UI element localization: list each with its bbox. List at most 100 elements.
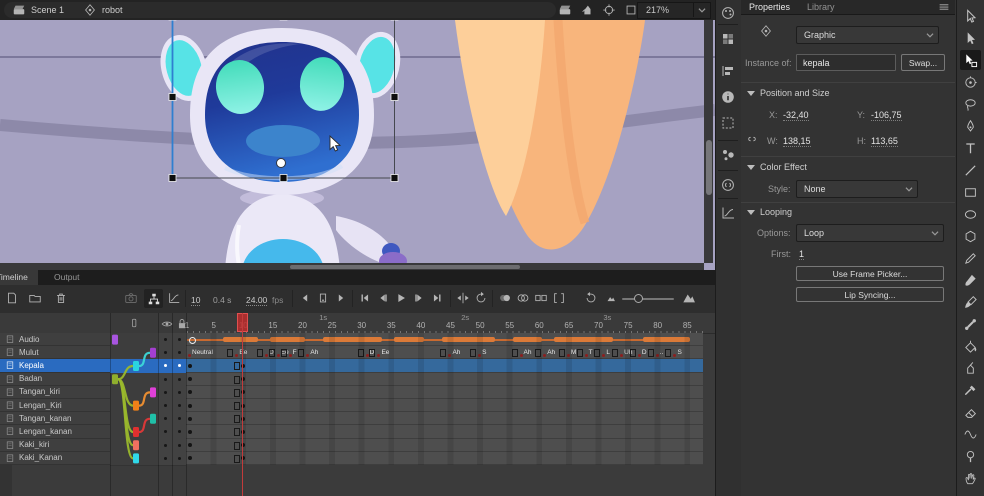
layer-lock-toggle[interactable] [172, 439, 186, 453]
breadcrumb-scene[interactable]: Scene 1 [31, 5, 64, 15]
new-folder-icon[interactable] [28, 291, 42, 305]
layer-frames-audio[interactable] [186, 333, 703, 346]
polystar-tool[interactable] [960, 226, 981, 246]
reset-timeline-zoom-icon[interactable] [584, 291, 598, 305]
layer-row-kaki_kiri[interactable]: Kaki_kiri [0, 439, 110, 452]
new-layer-icon[interactable] [5, 291, 19, 305]
layer-frames-lengan_kanan[interactable] [186, 425, 703, 438]
layer-lock-toggle[interactable] [172, 412, 186, 426]
pen-tool[interactable] [960, 116, 981, 136]
breadcrumb-symbol[interactable]: robot [102, 5, 123, 15]
clip-content-icon[interactable] [624, 3, 638, 17]
oval-tool[interactable] [960, 204, 981, 224]
layer-row-lengan_kiri[interactable]: Lengan_Kiri [0, 399, 110, 412]
layer-visibility-toggle[interactable] [158, 386, 172, 400]
show-parenting-view-button[interactable] [144, 289, 163, 308]
go-first-frame-icon[interactable] [358, 291, 372, 305]
tab-timeline[interactable]: Timeline [0, 270, 38, 285]
layer-row-audio[interactable]: Audio [0, 333, 110, 346]
loop-frame-icon[interactable] [316, 291, 330, 305]
layer-row-tangan_kiri[interactable]: Tangan_kiri [0, 386, 110, 399]
layer-row-tangan_kanan[interactable]: Tangan_kanan [0, 412, 110, 425]
edit-symbols-icon[interactable] [580, 3, 594, 17]
paint-bucket-tool[interactable] [960, 336, 981, 356]
lasso-tool[interactable] [960, 94, 981, 114]
stage-canvas[interactable] [0, 20, 715, 270]
color-style-select[interactable]: None [796, 180, 918, 198]
section-color-effect[interactable]: Color Effect [747, 162, 807, 172]
panel-menu-icon[interactable] [937, 0, 951, 14]
swap-button[interactable]: Swap... [901, 54, 945, 71]
scene-clapperboard-icon[interactable] [12, 3, 26, 17]
loop-options-select[interactable]: Loop [796, 224, 944, 242]
layer-frames-kaki_kanan[interactable] [186, 452, 703, 465]
layer-row-kaki_kanan[interactable]: Kaki_Kanan [0, 452, 110, 465]
layer-row-kepala[interactable]: Kepala [0, 359, 110, 372]
info-panel-icon[interactable] [720, 89, 736, 105]
layer-visibility-toggle[interactable] [158, 439, 172, 453]
layer-lock-toggle[interactable] [172, 452, 186, 466]
layer-visibility-toggle[interactable] [158, 425, 172, 439]
layer-frames-lengan_kiri[interactable] [186, 399, 703, 412]
ink-bottle-tool[interactable] [960, 358, 981, 378]
swatches-panel-icon[interactable] [720, 31, 736, 47]
color-panel-icon[interactable] [720, 5, 736, 21]
pencil-tool[interactable] [960, 248, 981, 268]
layer-lock-toggle[interactable] [172, 399, 186, 413]
layer-lock-toggle[interactable] [172, 386, 186, 400]
line-tool[interactable] [960, 160, 981, 180]
text-tool[interactable] [960, 138, 981, 158]
delete-layer-icon[interactable] [54, 291, 68, 305]
graph-editor-icon[interactable] [167, 291, 181, 305]
align-panel-icon[interactable] [720, 63, 736, 79]
layer-visibility-toggle[interactable] [158, 373, 172, 387]
transform-point[interactable] [277, 159, 286, 168]
camera-icon[interactable] [124, 291, 138, 305]
section-looping[interactable]: Looping [747, 207, 792, 217]
symbol-type-select[interactable]: Graphic [796, 26, 939, 44]
width-tool[interactable] [960, 424, 981, 444]
layer-frames-tangan_kanan[interactable] [186, 412, 703, 425]
layer-lock-toggle[interactable] [172, 333, 186, 347]
layer-lock-toggle[interactable] [172, 346, 186, 360]
section-position-size[interactable]: Position and Size [747, 88, 830, 98]
tab-output[interactable]: Output [46, 270, 88, 285]
v-scroll-thumb[interactable] [706, 140, 712, 195]
layer-frames-kepala[interactable] [186, 359, 703, 372]
x-value[interactable]: -32,40 [783, 110, 809, 121]
zoom-out-frames-icon[interactable] [604, 291, 618, 305]
layer-row-badan[interactable]: Badan [0, 373, 110, 386]
layer-lock-toggle[interactable] [172, 425, 186, 439]
brush-library-panel-icon[interactable] [720, 147, 736, 163]
layer-visibility-toggle[interactable] [158, 359, 172, 373]
link-width-height-icon[interactable] [745, 132, 759, 146]
canvas-vertical-scrollbar[interactable] [704, 20, 713, 263]
layer-row-mulut[interactable]: Mulut [0, 346, 110, 359]
timeline-zoom-slider[interactable] [622, 298, 674, 300]
modify-markers-icon[interactable] [552, 291, 566, 305]
playhead-line[interactable] [242, 313, 244, 496]
h-scroll-thumb[interactable] [290, 265, 520, 269]
lip-syncing-button[interactable]: Lip Syncing... [796, 287, 944, 302]
selection-tool[interactable] [960, 6, 981, 26]
layer-lock-toggle[interactable] [172, 359, 186, 373]
first-frame-value[interactable]: 1 [799, 249, 804, 260]
asset-warp-tool[interactable] [960, 446, 981, 466]
cc-libraries-panel-icon[interactable] [720, 177, 736, 193]
loop-playback-icon[interactable] [474, 291, 488, 305]
transform-panel-icon[interactable] [720, 115, 736, 131]
step-back-icon[interactable] [298, 291, 312, 305]
layer-visibility-toggle[interactable] [158, 412, 172, 426]
use-frame-picker-button[interactable]: Use Frame Picker... [796, 266, 944, 281]
zoom-chevron-icon[interactable] [693, 3, 710, 17]
tab-library[interactable]: Library [807, 2, 835, 12]
zoom-select[interactable]: 217% [637, 2, 711, 19]
bone-tool[interactable] [960, 314, 981, 334]
onion-skin-icon[interactable] [498, 291, 512, 305]
layer-lock-toggle[interactable] [172, 373, 186, 387]
layer-visibility-toggle[interactable] [158, 452, 172, 466]
motion-editor-panel-icon[interactable] [720, 205, 736, 221]
layer-visibility-toggle[interactable] [158, 333, 172, 347]
layer-visibility-toggle[interactable] [158, 346, 172, 360]
rectangle-tool[interactable] [960, 182, 981, 202]
